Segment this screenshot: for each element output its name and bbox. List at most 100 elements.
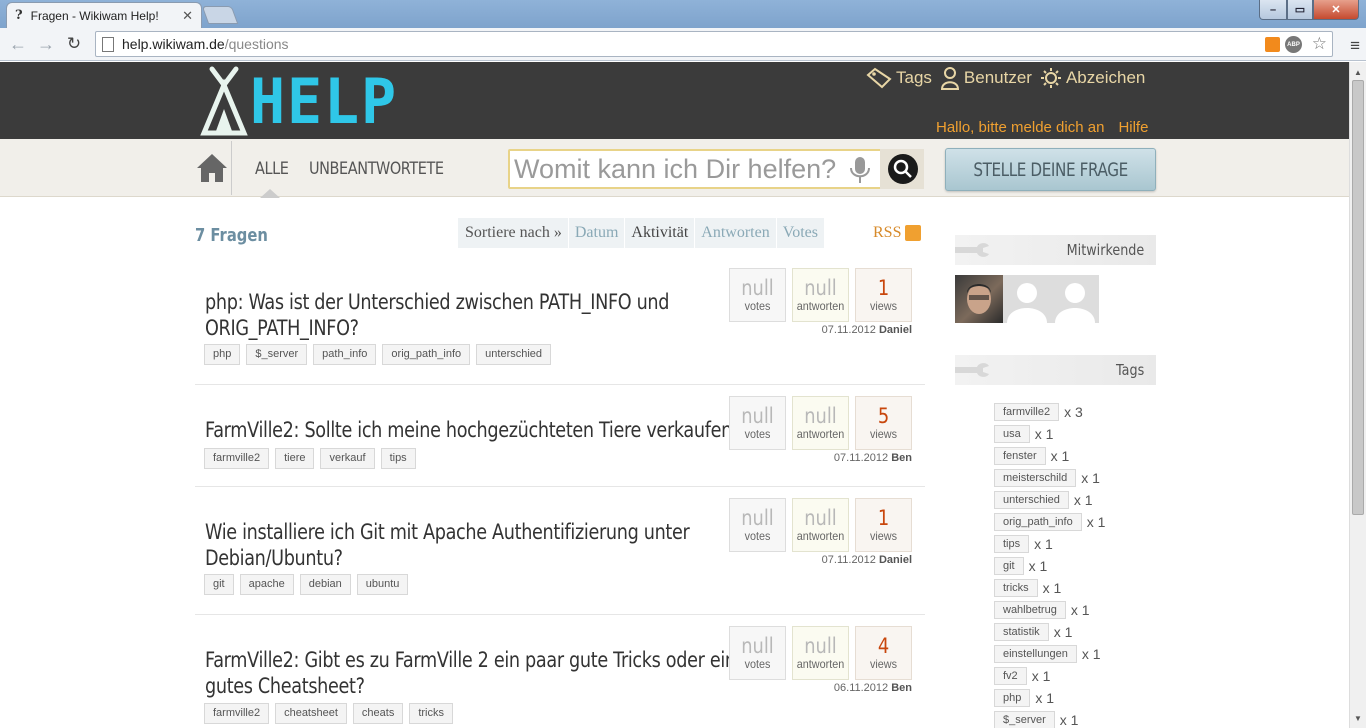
search-button[interactable] [888,154,918,184]
tag-link[interactable]: path_info [313,344,377,365]
tag-link[interactable]: tips [994,535,1030,553]
tag-link[interactable]: $_server [994,711,1055,728]
header-link-benutzer[interactable]: Benutzer [940,66,1032,90]
tag-link[interactable]: php [994,689,1031,707]
tag-link[interactable]: tiere [275,448,315,469]
search-input[interactable] [514,153,846,185]
adblock-icon[interactable]: ABP [1285,36,1302,53]
question-user[interactable]: Daniel [879,554,912,566]
new-tab-button[interactable] [201,6,239,24]
sort-antworten[interactable]: Antworten [695,218,777,248]
tag-link[interactable]: php [204,344,241,365]
browser-tab[interactable]: ? Fragen - Wikiwam Help! ✕ [6,2,202,28]
page-scrollbar[interactable]: ▲ ▼ [1349,62,1366,728]
sort-votes[interactable]: Votes [776,218,825,248]
question-item: Wie installiere ich Git mit Apache Authe… [195,498,925,615]
forward-icon[interactable]: → [32,30,60,58]
scroll-up-icon[interactable]: ▲ [1350,64,1366,80]
tag-link[interactable]: statistik [994,623,1049,641]
maximize-icon[interactable]: ▭ [1287,0,1313,20]
views-count: 1 [877,506,890,530]
tag-link[interactable]: tricks [994,579,1038,597]
microphone-icon[interactable] [848,155,872,185]
tag-link[interactable]: farmville2 [204,448,270,469]
tab-unbeantwortete[interactable]: UNBEANTWORTETE [309,159,444,179]
tag-link[interactable]: tricks [409,703,453,724]
page-viewport: HELP Tags Benutzer Abzeichen Hallo, bitt… [0,62,1349,728]
tag-link[interactable]: usa [994,425,1030,443]
question-title[interactable]: FarmVille2: Sollte ich meine hochgezücht… [205,417,743,443]
help-link[interactable]: Hilfe [1118,119,1148,136]
tag-link[interactable]: einstellungen [994,645,1077,663]
tag-link[interactable]: fv2 [994,667,1027,685]
nav-bar: ALLE UNBEANTWORTETE STELLE DEINE FRAGE [0,139,1349,198]
tag-link[interactable]: $_server [246,344,308,365]
tag-link[interactable]: orig_path_info [994,513,1082,531]
tag-link[interactable]: ubuntu [356,574,409,595]
question-title[interactable]: php: Was ist der Unterschied zwischen PA… [205,289,743,341]
browser-menu-icon[interactable]: ≡ [1350,36,1360,56]
votes-count: null [741,506,774,530]
tag-link[interactable]: cheatsheet [275,703,347,724]
rss-feed-icon[interactable] [1265,37,1280,52]
question-user[interactable]: Ben [891,452,912,464]
ask-question-button[interactable]: STELLE DEINE FRAGE [945,148,1156,191]
tag-count: x 1 [1073,492,1093,508]
scrollbar-thumb[interactable] [1352,80,1364,515]
tag-link[interactable]: farmville2 [204,703,270,724]
login-link[interactable]: Hallo, bitte melde dich an [936,119,1104,136]
tag-cloud-item: fv2 x 1 [994,665,1105,687]
question-title[interactable]: FarmVille2: Gibt es zu FarmVille 2 ein p… [205,647,743,699]
minimize-icon[interactable]: – [1259,0,1287,20]
views-box: 5 views [855,396,912,450]
tag-link[interactable]: unterschied [476,344,552,365]
votes-box: null votes [729,396,786,450]
tag-link[interactable]: farmville2 [994,403,1060,421]
votes-label: votes [744,427,771,441]
tag-count: x 1 [1035,690,1055,706]
tag-link[interactable]: wahlbetrug [994,601,1066,619]
scroll-down-icon[interactable]: ▼ [1350,710,1366,726]
tag-link[interactable]: tips [380,448,416,469]
tag-cloud-item: orig_path_info x 1 [994,511,1105,533]
back-icon[interactable]: ← [4,30,32,58]
tab-alle[interactable]: ALLE [255,159,289,179]
reload-icon[interactable]: ↻ [60,30,88,58]
bookmark-star-icon[interactable]: ☆ [1312,34,1327,54]
close-window-icon[interactable]: ✕ [1313,0,1359,20]
sort-aktivitaet[interactable]: Aktivität [625,218,696,248]
avatar[interactable] [1051,275,1099,323]
home-icon[interactable] [195,151,229,185]
tag-link[interactable]: apache [239,574,294,595]
votes-label: votes [744,657,771,671]
tag-link[interactable]: git [204,574,234,595]
avatar[interactable] [955,275,1003,323]
tag-link[interactable]: debian [299,574,351,595]
rss-link[interactable]: RSS [873,224,922,242]
sort-label: Sortiere nach » [458,218,569,248]
tag-link[interactable]: fenster [994,447,1046,465]
tag-cloud-item: $_server x 1 [994,709,1105,728]
avatar[interactable] [1003,275,1051,323]
address-bar[interactable]: help.wikiwam.de/questions ABP ☆ [95,31,1333,57]
tag-link[interactable]: unterschied [994,491,1069,509]
header-links: Tags Benutzer Abzeichen [866,66,1145,90]
header-link-abzeichen[interactable]: Abzeichen [1040,67,1145,89]
sort-datum[interactable]: Datum [568,218,626,248]
header-link-tags[interactable]: Tags [866,67,932,89]
answers-box: null antworten [792,396,849,450]
question-title[interactable]: Wie installiere ich Git mit Apache Authe… [205,519,743,571]
question-user[interactable]: Ben [891,682,912,694]
votes-box: null votes [729,498,786,552]
tag-link[interactable]: orig_path_info [382,344,471,365]
site-logo[interactable]: HELP [196,65,401,137]
tag-link[interactable]: verkauf [320,448,375,469]
tag-link[interactable]: meisterschild [994,469,1077,487]
answers-label: antworten [796,427,845,441]
tab-title: Fragen - Wikiwam Help! [30,8,159,23]
tag-link[interactable]: cheats [352,703,404,724]
question-user[interactable]: Daniel [879,324,912,336]
tag-link[interactable]: git [994,557,1024,575]
close-tab-icon[interactable]: ✕ [182,8,193,24]
votes-box: null votes [729,268,786,322]
